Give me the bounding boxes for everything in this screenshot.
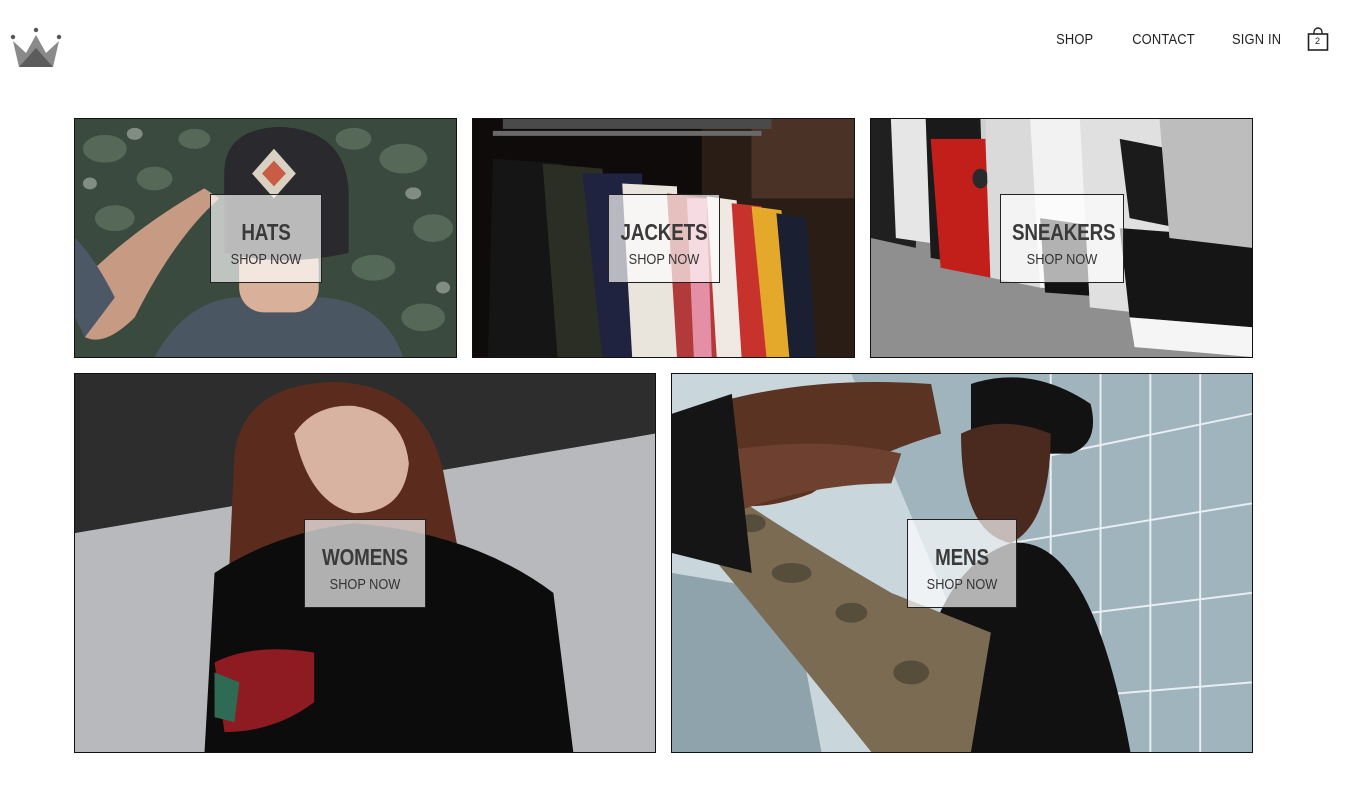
header: SHOP CONTACT SIGN IN 2 xyxy=(0,0,1351,80)
shop-now-link[interactable]: SHOP NOW xyxy=(916,576,1008,594)
category-tile-hats[interactable]: HATS SHOP NOW xyxy=(74,118,457,358)
nav-sign-in-link[interactable]: SIGN IN xyxy=(1232,31,1281,48)
category-tile-womens[interactable]: WOMENS SHOP NOW xyxy=(74,373,656,753)
category-tile-jackets[interactable]: JACKETS SHOP NOW xyxy=(472,118,855,358)
womens-label-box[interactable]: WOMENS SHOP NOW xyxy=(304,519,426,608)
shop-now-link[interactable]: SHOP NOW xyxy=(219,251,313,269)
category-title: SNEAKERS xyxy=(1011,219,1116,245)
shop-now-link[interactable]: SHOP NOW xyxy=(617,251,711,269)
hats-label-box[interactable]: HATS SHOP NOW xyxy=(210,194,322,283)
nav-contact-link[interactable]: CONTACT xyxy=(1132,31,1195,48)
cart-count: 2 xyxy=(1314,36,1320,46)
mens-label-box[interactable]: MENS SHOP NOW xyxy=(907,519,1017,608)
category-tile-mens[interactable]: MENS SHOP NOW xyxy=(671,373,1253,753)
nav-shop-link[interactable]: SHOP xyxy=(1056,31,1093,48)
category-title: HATS xyxy=(241,219,291,245)
category-title: MENS xyxy=(935,544,989,570)
shop-now-link[interactable]: SHOP NOW xyxy=(314,576,416,594)
shop-now-link[interactable]: SHOP NOW xyxy=(1010,251,1114,269)
cart-button[interactable]: 2 xyxy=(1307,27,1329,51)
sneakers-label-box[interactable]: SNEAKERS SHOP NOW xyxy=(1000,194,1124,283)
category-title: WOMENS xyxy=(322,544,408,570)
category-title: JACKETS xyxy=(620,219,708,245)
jackets-label-box[interactable]: JACKETS SHOP NOW xyxy=(608,194,720,283)
crown-icon[interactable] xyxy=(9,26,65,70)
top-navigation: SHOP CONTACT SIGN IN 2 xyxy=(1021,27,1329,51)
category-tile-sneakers[interactable]: SNEAKERS SHOP NOW xyxy=(870,118,1253,358)
